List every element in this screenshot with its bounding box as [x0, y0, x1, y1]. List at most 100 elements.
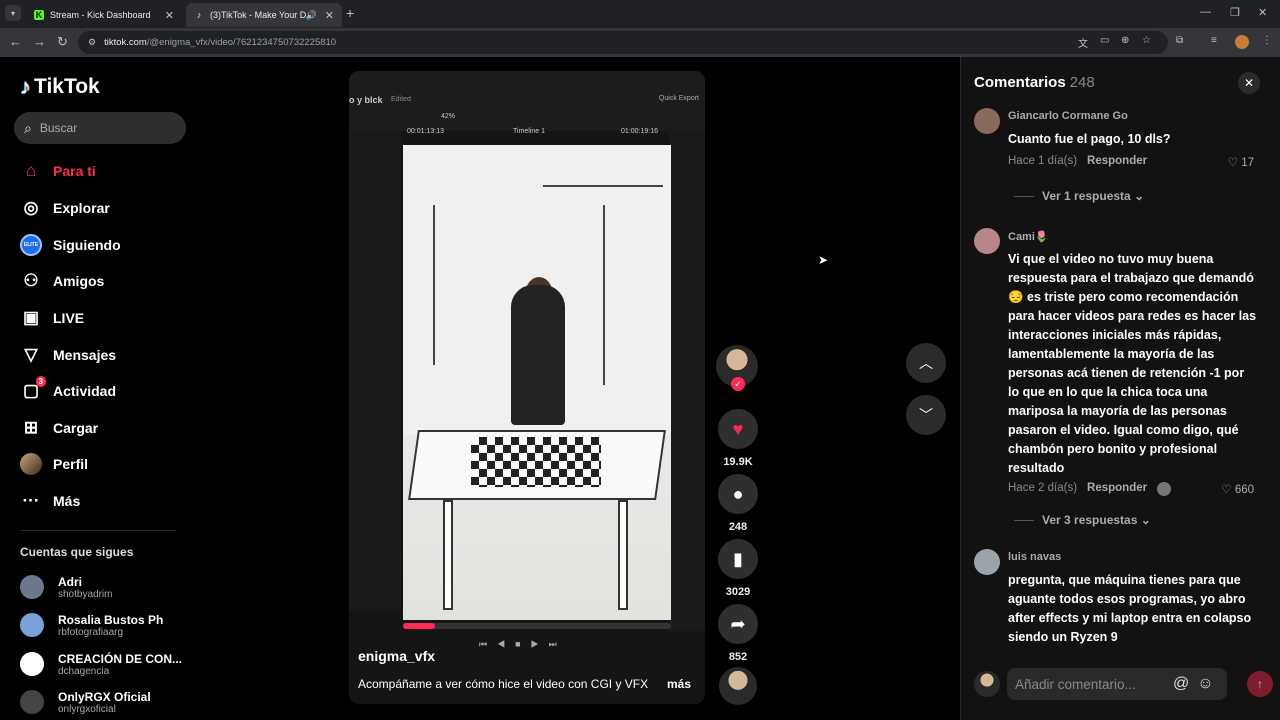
more-icon: ···: [22, 491, 40, 510]
tab-kick[interactable]: K Stream - Kick Dashboard ✕: [26, 3, 182, 27]
comment-button[interactable]: ● 248: [718, 474, 758, 533]
reply-button[interactable]: Responder: [1087, 155, 1147, 169]
browser-chrome: ▾ K Stream - Kick Dashboard ✕ ♪ (3)TikTo…: [0, 0, 1280, 57]
chevron-down-icon: ⌄: [1134, 189, 1145, 203]
previous-video-button[interactable]: ︿: [906, 343, 946, 383]
comment-user[interactable]: luis navas: [1008, 551, 1061, 563]
nav-perfil[interactable]: Perfil: [20, 451, 88, 477]
bookmark-star-icon[interactable]: ☆: [1142, 35, 1151, 46]
reload-icon[interactable]: ↻: [57, 34, 68, 50]
save-count: 3029: [725, 586, 751, 598]
tiktok-note-icon: ♪: [20, 74, 31, 99]
following-item[interactable]: Rosalia Bustos Ph rbfotografiaarg: [20, 610, 163, 640]
url-host: tiktok.com: [104, 37, 147, 48]
nav-label: Actividad: [53, 383, 117, 399]
comment-text: pregunta, que máquina tienes para que ag…: [1008, 573, 1252, 644]
nav-live[interactable]: ▣ LIVE: [20, 305, 84, 331]
minimize-icon[interactable]: —: [1200, 6, 1211, 18]
upload-icon: ⊞: [23, 418, 39, 437]
nav-mas[interactable]: ··· Más: [20, 488, 81, 514]
nav-siguiendo[interactable]: ELITE Siguiendo: [20, 232, 121, 258]
following-item[interactable]: CREACIÓN DE CON... dchagencia: [20, 649, 182, 679]
share-button[interactable]: ➦ 852: [718, 604, 758, 663]
nav-label: Mensajes: [53, 347, 117, 363]
comment-like-button[interactable]: ♡ 660: [1221, 482, 1254, 496]
nav-para-ti[interactable]: ⌂ Para ti: [20, 158, 96, 184]
send-comment-button[interactable]: ↑: [1247, 671, 1273, 697]
comment-like-button[interactable]: ♡ 17: [1228, 155, 1254, 169]
emoji-icon[interactable]: ☺: [1197, 675, 1213, 693]
close-comments-button[interactable]: ✕: [1238, 72, 1260, 94]
video-author[interactable]: enigma_vfx: [358, 648, 435, 664]
video-player[interactable]: o y blck Edited Quick Export 42% 00:01:1…: [349, 71, 705, 704]
like-button[interactable]: ♥ 19.9K: [718, 409, 758, 468]
tab-tiktok[interactable]: ♪ (3)TikTok - Make Your Day 🔊 ✕: [186, 3, 342, 27]
view-replies-button[interactable]: Ver 3 respuestas ⌄: [1014, 513, 1151, 527]
tab-title: (3)TikTok - Make Your Day: [210, 10, 306, 20]
forward-icon[interactable]: →: [33, 34, 46, 49]
address-bar[interactable]: ⚙ tiktok.com/@enigma_vfx/video/762123475…: [78, 31, 1168, 54]
share-arrow-icon: ➦: [718, 604, 758, 644]
restore-icon[interactable]: ❐: [1230, 6, 1240, 19]
zoom-icon[interactable]: ⊕: [1121, 35, 1129, 46]
comment-user[interactable]: Giancarlo Cormane Go: [1008, 110, 1128, 122]
video-progress-bar[interactable]: [403, 623, 671, 629]
comments-count: 248: [1069, 74, 1095, 91]
back-icon[interactable]: ←: [9, 34, 22, 49]
heart-outline-icon: ♡: [1227, 157, 1238, 169]
avatar: [20, 652, 44, 676]
nav-amigos[interactable]: ⚇ Amigos: [20, 268, 104, 294]
search-box[interactable]: ⌕: [14, 112, 186, 144]
search-input[interactable]: [39, 121, 160, 135]
tiktok-logo[interactable]: ♪ TikTok: [20, 74, 100, 100]
video-progress-fill: [403, 623, 436, 629]
new-tab-icon[interactable]: +: [346, 5, 354, 21]
extensions-icon[interactable]: ⧉: [1176, 35, 1183, 46]
media-control-icon[interactable]: ≡: [1211, 35, 1217, 46]
creator-liked-avatar: [1157, 482, 1172, 496]
view-replies-button[interactable]: Ver 1 respuesta ⌄: [1014, 189, 1144, 203]
following-item[interactable]: OnlyRGX Oficial onlyrgxoficial: [20, 687, 151, 717]
close-tab-icon[interactable]: ✕: [165, 9, 174, 22]
heart-icon: ♥: [718, 409, 758, 449]
nav-mensajes[interactable]: ▽ Mensajes: [20, 342, 116, 368]
tab-search-icon[interactable]: ▾: [5, 5, 21, 21]
reply-button[interactable]: Responder: [1087, 482, 1147, 496]
profile-avatar[interactable]: [1235, 35, 1249, 49]
avatar[interactable]: [974, 549, 1000, 575]
cast-icon[interactable]: ▭: [1100, 35, 1109, 46]
speaker-icon[interactable]: 🔊: [306, 10, 317, 21]
send-icon: ▽: [24, 345, 38, 364]
profile-avatar-icon: [20, 453, 42, 475]
menu-dots-icon[interactable]: ⋮: [1262, 35, 1272, 46]
comment-input[interactable]: [1015, 676, 1165, 692]
following-avatar-icon: ELITE: [20, 234, 42, 256]
view-replies-label: Ver 3 respuestas: [1042, 513, 1138, 527]
avatar[interactable]: [974, 108, 1000, 134]
nav-label: Amigos: [53, 273, 105, 289]
site-info-icon[interactable]: ⚙: [88, 37, 96, 48]
comment-input-box[interactable]: @ ☺: [1007, 668, 1227, 700]
follow-check-icon[interactable]: ✓: [731, 377, 745, 391]
nav-cargar[interactable]: ⊞ Cargar: [20, 415, 98, 441]
avatar[interactable]: [974, 228, 1000, 254]
translate-icon[interactable]: 文: [1078, 35, 1088, 50]
mention-icon[interactable]: @: [1173, 675, 1189, 693]
close-window-icon[interactable]: ✕: [1258, 6, 1267, 19]
following-item[interactable]: Adri shotbyadrim: [20, 572, 112, 602]
close-tab-icon[interactable]: ✕: [325, 9, 334, 22]
save-button[interactable]: ▮ 3029: [718, 539, 758, 598]
editor-zoom: 42%: [441, 113, 456, 120]
following-name: Adri: [58, 574, 82, 589]
comment-user[interactable]: Cami🌷: [1008, 230, 1049, 243]
tab-title: Stream - Kick Dashboard: [50, 10, 151, 20]
comment-text: Cuanto fue el pago, 10 dls?: [1008, 132, 1171, 146]
sound-avatar[interactable]: [719, 667, 757, 705]
nav-explorar[interactable]: ◎ Explorar: [20, 195, 110, 221]
comment-time: Hace 1 día(s): [1008, 155, 1078, 167]
nav-actividad[interactable]: ▢ 3 Actividad: [20, 376, 117, 404]
next-video-button[interactable]: ﹀: [906, 395, 946, 435]
video-more-link[interactable]: más: [667, 677, 691, 691]
compass-icon: ◎: [23, 198, 39, 217]
comment-meta: Hace 2 día(s) Responder ♡ 660: [1008, 482, 1254, 496]
